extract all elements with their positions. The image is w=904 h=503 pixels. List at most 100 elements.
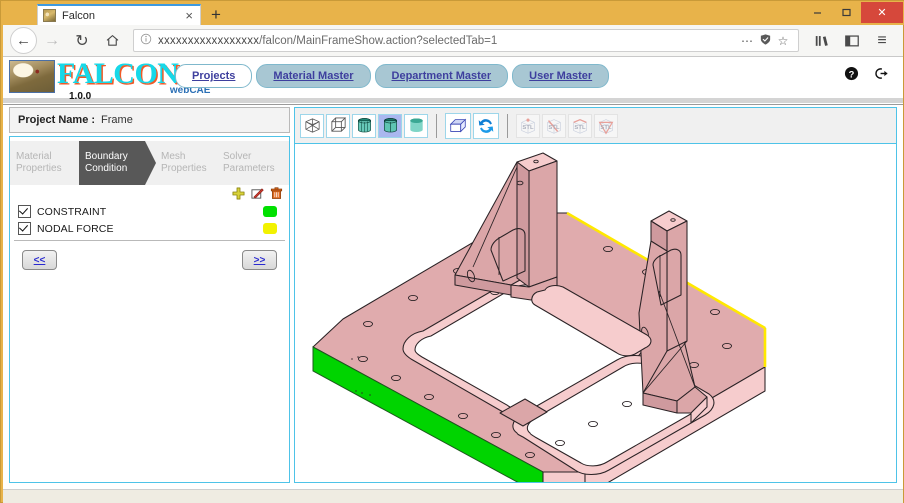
constraint-label: CONSTRAINT [37, 206, 106, 218]
list-item[interactable]: NODAL FORCE [10, 220, 289, 237]
tab-strip: Falcon × + [37, 3, 231, 25]
app-version: 1.0.0 [69, 91, 91, 102]
toolbar-separator [507, 114, 508, 138]
nav-tab-user-master-label: User Master [529, 70, 592, 82]
shaded-wireframe-icon[interactable] [352, 114, 376, 138]
nav-tab-material-master[interactable]: Material Master [256, 64, 370, 88]
next-step-label: >> [254, 255, 266, 266]
site-info-icon[interactable] [140, 33, 152, 48]
tab-close-icon[interactable]: × [183, 9, 195, 22]
step-mesh-properties-line1: Mesh [161, 151, 217, 163]
viewer-toolbar: STL STL [295, 108, 896, 144]
new-tab-button[interactable]: + [201, 4, 231, 25]
boundary-condition-list: CONSTRAINT NODAL FORCE [10, 203, 289, 237]
next-step-button[interactable]: >> [242, 250, 277, 270]
nav-tab-projects[interactable]: Projects [175, 64, 252, 88]
url-text: xxxxxxxxxxxxxxxxx/falcon/MainFrameShow.a… [158, 35, 738, 47]
page-actions-icon[interactable]: ⋯ [738, 34, 756, 48]
help-icon[interactable]: ? [844, 66, 859, 81]
frame-bracket-model: .bodyTop { fill:#e0abad; stroke:#2a2225;… [295, 145, 896, 482]
browser-titlebar: Falcon × + ✕ [1, 1, 904, 25]
svg-text:STL: STL [548, 125, 560, 131]
nav-tab-user-master[interactable]: User Master [512, 64, 609, 88]
list-item[interactable]: CONSTRAINT [10, 203, 289, 220]
forward-icon: → [37, 26, 67, 56]
window-maximize-button[interactable] [832, 2, 861, 23]
nodal-force-label: NODAL FORCE [37, 223, 114, 235]
step-mesh-properties-line2: Properties [161, 163, 217, 175]
step-solver-parameters-line2: Parameters [223, 163, 286, 175]
browser-window: Falcon × + ✕ ← → ↻ [0, 0, 904, 503]
browser-tab-falcon[interactable]: Falcon × [37, 4, 201, 25]
svg-text:STL: STL [522, 125, 534, 131]
nodal-force-checkbox[interactable] [18, 222, 31, 235]
smooth-shaded-icon[interactable] [404, 114, 428, 138]
edit-icon[interactable] [251, 187, 264, 200]
nav-tab-department-master[interactable]: Department Master [375, 64, 509, 88]
header-actions: ? [844, 66, 889, 81]
browser-navbar: ← → ↻ xxxxxxxxxxxxxxxxx/falcon/MainFrame… [3, 25, 903, 57]
previous-step-button[interactable]: << [22, 250, 57, 270]
browser-tools: ≡ [807, 26, 903, 56]
viewer-panel: STL STL [294, 107, 897, 483]
sidebar-icon[interactable] [837, 26, 867, 56]
step-boundary-condition-line2: Condition [85, 163, 145, 175]
add-icon[interactable] [232, 187, 245, 200]
url-bar[interactable]: xxxxxxxxxxxxxxxxx/falcon/MainFrameShow.a… [133, 29, 799, 52]
project-name-value: Frame [101, 114, 133, 126]
constraint-color-swatch [263, 206, 277, 217]
constraint-checkbox[interactable] [18, 205, 31, 218]
app-header: FALCON webCAE 1.0.0 Projects Material Ma… [3, 57, 903, 105]
stl-tools-group: STL STL [515, 114, 619, 138]
app-logo: FALCON webCAE [9, 58, 178, 93]
stl-line-icon: STL [542, 114, 566, 138]
box-view-icon[interactable] [445, 113, 471, 139]
shaded-icon[interactable] [378, 114, 402, 138]
browser-statusbar [3, 489, 903, 503]
delete-icon[interactable] [270, 187, 283, 200]
app-logo-text: FALCON [57, 58, 178, 90]
step-boundary-condition[interactable]: Boundary Condition [79, 141, 145, 185]
reload-icon[interactable]: ↻ [67, 26, 97, 56]
bookmark-star-icon[interactable]: ☆ [774, 34, 792, 48]
stl-edge-icon: STL [568, 114, 592, 138]
view-mode-group [299, 114, 429, 138]
wireframe-hidden-icon[interactable] [300, 114, 324, 138]
list-toolbar [232, 187, 283, 200]
workflow-steps: Material Properties Boundary Condition M… [10, 141, 289, 185]
logout-icon[interactable] [873, 66, 889, 81]
library-icon[interactable] [807, 26, 837, 56]
refresh-icon[interactable] [473, 113, 499, 139]
stl-triangle-icon: STL [594, 114, 618, 138]
viewer-actions-group [444, 113, 500, 139]
model-viewport[interactable]: .bodyTop { fill:#e0abad; stroke:#2a2225;… [295, 145, 896, 482]
svg-text:?: ? [849, 69, 855, 79]
step-solver-parameters[interactable]: Solver Parameters [217, 141, 286, 185]
list-divider [14, 240, 285, 241]
svg-text:STL: STL [600, 125, 612, 131]
step-material-properties-line1: Material [16, 151, 79, 163]
url-host: xxxxxxxxxxxxxxxxx [158, 35, 259, 47]
wireframe-icon[interactable] [326, 114, 350, 138]
stl-point-icon: STL [516, 114, 540, 138]
window-minimize-button[interactable] [803, 2, 832, 23]
back-icon[interactable]: ← [10, 27, 37, 54]
previous-step-label: << [34, 255, 46, 266]
page-content: FALCON webCAE 1.0.0 Projects Material Ma… [3, 57, 903, 489]
step-material-properties[interactable]: Material Properties [10, 141, 79, 185]
nav-tab-department-master-label: Department Master [392, 70, 492, 82]
home-icon[interactable] [97, 26, 127, 56]
shield-icon[interactable] [756, 33, 774, 49]
falcon-favicon-icon [43, 9, 56, 22]
menu-icon[interactable]: ≡ [867, 26, 897, 56]
window-close-button[interactable]: ✕ [861, 2, 903, 23]
window-controls: ✕ [803, 2, 903, 23]
step-navigation: << >> [10, 247, 289, 273]
project-name-bar: Project Name : Frame [9, 107, 290, 133]
step-mesh-properties[interactable]: Mesh Properties [145, 141, 217, 185]
nav-tab-projects-label: Projects [192, 70, 235, 82]
nav-tab-material-master-label: Material Master [273, 70, 353, 82]
left-panel: Material Properties Boundary Condition M… [9, 136, 290, 483]
svg-text:STL: STL [574, 125, 586, 131]
toolbar-separator [436, 114, 437, 138]
